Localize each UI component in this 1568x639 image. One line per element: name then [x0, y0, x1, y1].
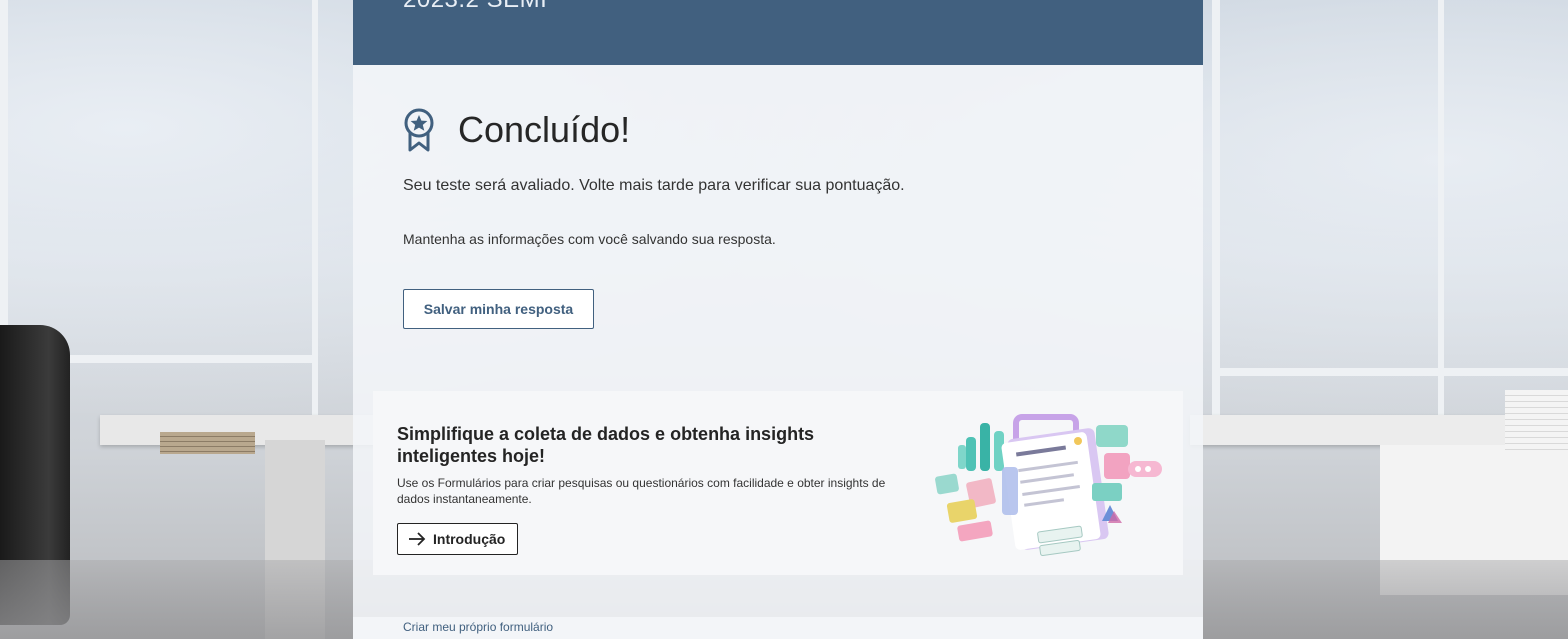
- book-stack: [1505, 390, 1568, 450]
- window-frame: [1212, 368, 1568, 376]
- completion-title: Concluído!: [458, 109, 631, 150]
- window-frame: [1212, 0, 1220, 420]
- promo-title: Simplifique a coleta de dados e obtenha …: [397, 424, 815, 466]
- book-stack: [160, 432, 255, 454]
- save-response-button[interactable]: Salvar minha resposta: [403, 289, 594, 329]
- window-frame: [1438, 0, 1444, 420]
- arrow-right-icon: [409, 532, 426, 546]
- get-started-button[interactable]: Introdução: [397, 523, 519, 555]
- form-title: 2023.2 SEMI: [403, 0, 547, 14]
- form-card: 2023.2 SEMI Concluído! Seu teste será av…: [353, 0, 1203, 639]
- get-started-label: Introdução: [433, 531, 506, 547]
- create-form-link[interactable]: Criar meu próprio formulário: [403, 620, 553, 634]
- promo-description: Use os Formulários para criar pesquisas …: [397, 476, 886, 506]
- forms-promo: Simplifique a coleta de dados e obtenha …: [373, 391, 1183, 575]
- completion-message: Seu teste será avaliado. Volte mais tard…: [403, 177, 905, 194]
- save-hint: Mantenha as informações com você salvand…: [403, 231, 776, 247]
- ribbon-badge-icon: [404, 108, 434, 152]
- form-header: 2023.2 SEMI: [353, 0, 1203, 65]
- forms-illustration: [935, 414, 1162, 556]
- completion-heading: Concluído!: [403, 108, 630, 152]
